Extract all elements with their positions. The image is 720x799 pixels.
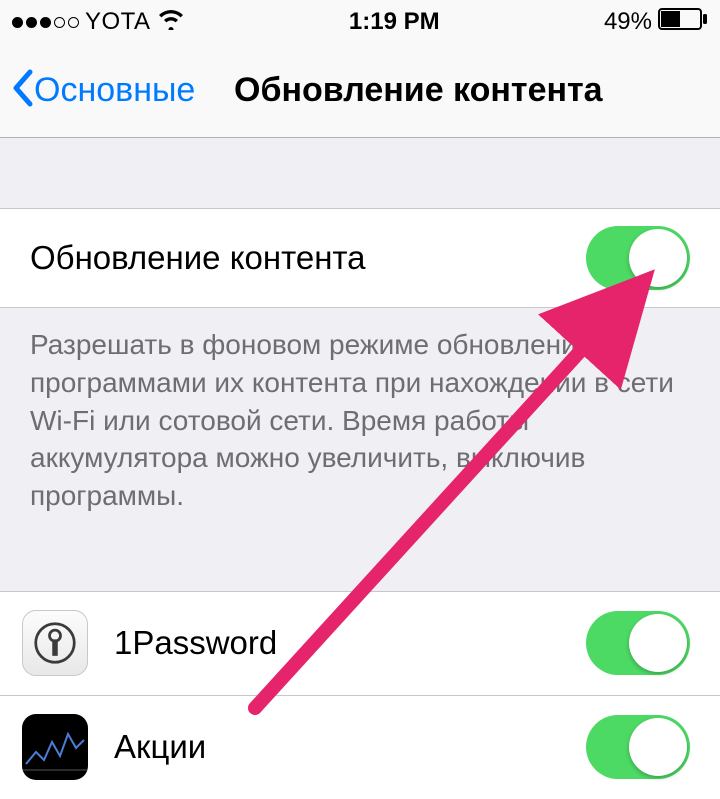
toggle-knob: [629, 614, 687, 672]
signal-strength-icon: [12, 17, 79, 28]
page-title: Обновление контента: [234, 71, 603, 110]
toggle-knob: [629, 718, 687, 776]
app-toggle-stocks[interactable]: [586, 715, 690, 779]
battery-icon: [658, 8, 708, 37]
wifi-icon: [157, 8, 185, 37]
spacer: [0, 138, 720, 208]
section-footer-description: Разрешать в фоновом режиме обновление пр…: [0, 308, 720, 535]
clock: 1:19 PM: [349, 8, 440, 36]
background-refresh-toggle[interactable]: [586, 226, 690, 290]
background-refresh-label: Обновление контента: [30, 239, 586, 277]
background-refresh-row: Обновление контента: [0, 208, 720, 308]
app-icon-stocks: [22, 714, 88, 780]
app-icon-1password: [22, 610, 88, 676]
nav-bar: Основные Обновление контента: [0, 44, 720, 138]
app-label: 1Password: [114, 624, 586, 662]
app-toggle-1password[interactable]: [586, 611, 690, 675]
spacer: [0, 535, 720, 591]
app-row-stocks: Акции: [0, 695, 720, 799]
app-label: Акции: [114, 728, 586, 766]
status-left: YOTA: [12, 8, 185, 37]
chevron-left-icon: [10, 68, 36, 113]
battery-percent: 49%: [604, 8, 652, 36]
toggle-knob: [629, 229, 687, 287]
carrier-label: YOTA: [85, 8, 151, 36]
status-bar: YOTA 1:19 PM 49%: [0, 0, 720, 44]
back-label: Основные: [34, 71, 195, 110]
back-button[interactable]: Основные: [10, 68, 195, 113]
status-right: 49%: [604, 8, 708, 37]
app-row-1password: 1Password: [0, 591, 720, 695]
